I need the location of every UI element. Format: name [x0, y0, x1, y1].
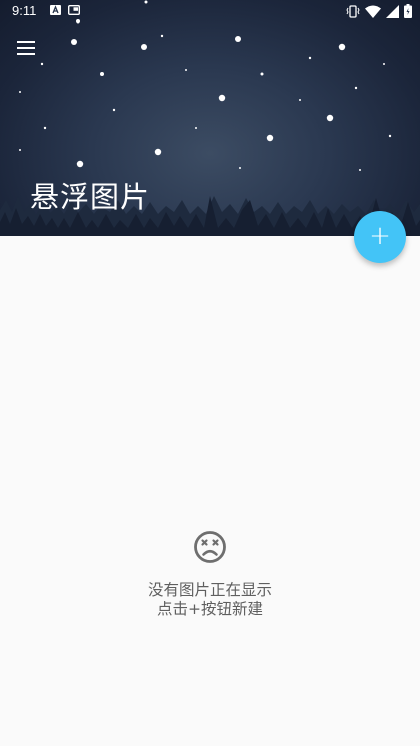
status-bar: 9:11	[0, 0, 420, 24]
empty-message-primary: 没有图片正在显示	[147, 581, 272, 599]
picture-in-picture-icon	[68, 5, 80, 15]
header-banner: 9:11 悬浮图片	[0, 0, 420, 236]
dizzy-face-icon	[194, 531, 226, 563]
app-screen: 9:11 悬浮图片 + 没有图片正在显示 点击+按钮新建	[0, 0, 420, 746]
battery-icon	[404, 4, 412, 18]
notification-dot-icon	[76, 19, 80, 23]
add-image-fab[interactable]: +	[354, 211, 406, 263]
page-title: 悬浮图片	[30, 180, 151, 214]
menu-button[interactable]	[10, 34, 42, 62]
empty-message-secondary: 点击+按钮新建	[157, 600, 263, 618]
plus-icon: +	[369, 221, 391, 251]
signal-icon	[386, 4, 399, 18]
hamburger-menu-icon	[17, 41, 35, 43]
empty-state: 没有图片正在显示 点击+按钮新建	[0, 530, 420, 619]
vibrate-icon	[346, 4, 360, 18]
status-time: 9:11	[12, 3, 37, 18]
wifi-icon	[365, 5, 381, 18]
status-right-icons	[346, 3, 412, 19]
font-a-icon	[50, 5, 61, 15]
